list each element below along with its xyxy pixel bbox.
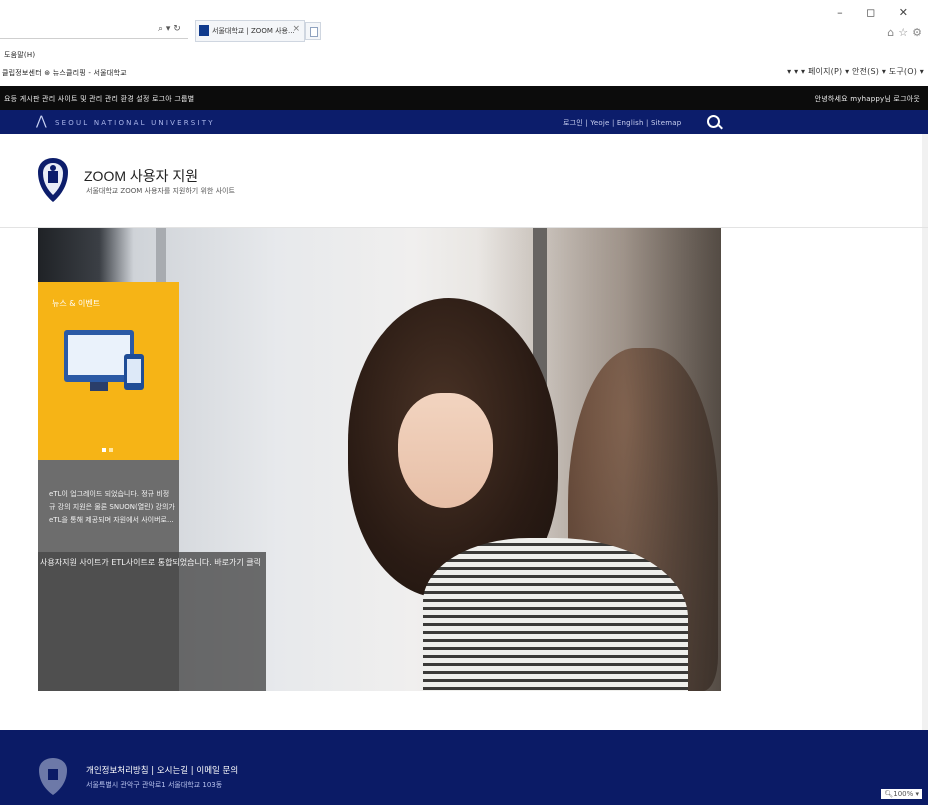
snu-logo-text[interactable]: SEOUL NATIONAL UNIVERSITY bbox=[55, 119, 215, 127]
scrollbar[interactable] bbox=[922, 90, 928, 780]
hero-student-face bbox=[398, 393, 493, 508]
tab-active[interactable]: 서울대학교 | ZOOM 사용... × bbox=[195, 20, 305, 42]
new-tab-button[interactable] bbox=[305, 22, 321, 40]
menu-bar: 도움말(H) bbox=[0, 47, 928, 61]
footer: 개인정보처리방침 | 오시는길 | 이메일 문의 서울특별시 관악구 관악로1 … bbox=[0, 730, 928, 805]
slider-dot-2[interactable] bbox=[109, 448, 113, 452]
site-subtitle: 서울대학교 ZOOM 사용자를 지원하기 위한 사이트 bbox=[86, 187, 235, 195]
menu-help[interactable]: 도움말(H) bbox=[4, 50, 35, 60]
command-bar-items[interactable]: ▾ ▾ ▾ 페이지(P) ▾ 안전(S) ▾ 도구(O) ▾ bbox=[787, 67, 924, 76]
command-bar[interactable]: ▾ ▾ ▾ 페이지(P) ▾ 안전(S) ▾ 도구(O) ▾ bbox=[787, 66, 924, 77]
admin-bar: 요등 게시판 관리 사이트 및 관리 관리 환경 설정 로그아 그룹별 안녕하세… bbox=[0, 86, 928, 110]
zoom-level[interactable]: 🔍︎100% ▾ bbox=[881, 789, 922, 799]
snu-emblem-icon[interactable] bbox=[36, 156, 70, 204]
slider-dots[interactable] bbox=[102, 437, 116, 456]
news-card[interactable]: 뉴스 & 이벤트 bbox=[38, 282, 179, 460]
home-star-gear-icons[interactable]: ⌂☆⚙ bbox=[887, 26, 926, 39]
snu-logo-icon[interactable]: ⋀ bbox=[36, 114, 47, 129]
news-title[interactable]: 뉴스 & 이벤트 bbox=[52, 298, 100, 309]
site-title[interactable]: ZOOM 사용자 지원 bbox=[84, 166, 198, 186]
news-text[interactable]: eTL이 업그레이드 되었습니다. 정규 비정규 강의 지원은 물론 SNUON… bbox=[49, 488, 175, 527]
snu-favicon-icon bbox=[199, 25, 209, 36]
tab-close-icon[interactable]: × bbox=[292, 24, 300, 34]
notice-overlay-text[interactable]: 사용자지원 사이트가 ETL사이트로 통합되었습니다. 바로가기 클릭 bbox=[40, 556, 262, 569]
footer-address: 서울특별시 관악구 관악로1 서울대학교 103동 bbox=[86, 781, 223, 789]
search-icon[interactable] bbox=[707, 115, 720, 128]
tab-title: 서울대학교 | ZOOM 사용... bbox=[212, 27, 295, 35]
zoom-value: 100% bbox=[893, 790, 914, 798]
phone-icon bbox=[124, 354, 144, 390]
address-bar-controls[interactable]: ⌕ ▾ ↻ bbox=[158, 24, 181, 34]
snu-links[interactable]: 로그인 | Yeoje | English | Sitemap bbox=[563, 118, 681, 128]
monitor-stand-icon bbox=[90, 382, 108, 391]
admin-user[interactable]: 안녕하세요 myhappy님 로그아웃 bbox=[815, 94, 920, 104]
snu-navbar: ⋀ SEOUL NATIONAL UNIVERSITY 로그인 | Yeoje … bbox=[0, 110, 928, 134]
favorites-links[interactable]: 클립정보센터 ⊛ 뉴스클리핑 - 서울대학교 bbox=[2, 68, 127, 78]
footer-snu-emblem-icon bbox=[39, 758, 67, 795]
notice-overlay[interactable]: 사용자지원 사이트가 ETL사이트로 통합되었습니다. 바로가기 클릭 bbox=[38, 552, 266, 691]
slider-dot-1[interactable] bbox=[102, 448, 106, 452]
zoom-icon: 🔍︎ bbox=[884, 790, 894, 798]
admin-menu[interactable]: 요등 게시판 관리 사이트 및 관리 관리 환경 설정 로그아 그룹별 bbox=[4, 94, 194, 104]
hero-student-sweater bbox=[423, 538, 688, 691]
footer-links[interactable]: 개인정보처리방침 | 오시는길 | 이메일 문의 bbox=[86, 764, 238, 776]
window-controls[interactable]: – ◻ ✕ bbox=[837, 6, 918, 19]
